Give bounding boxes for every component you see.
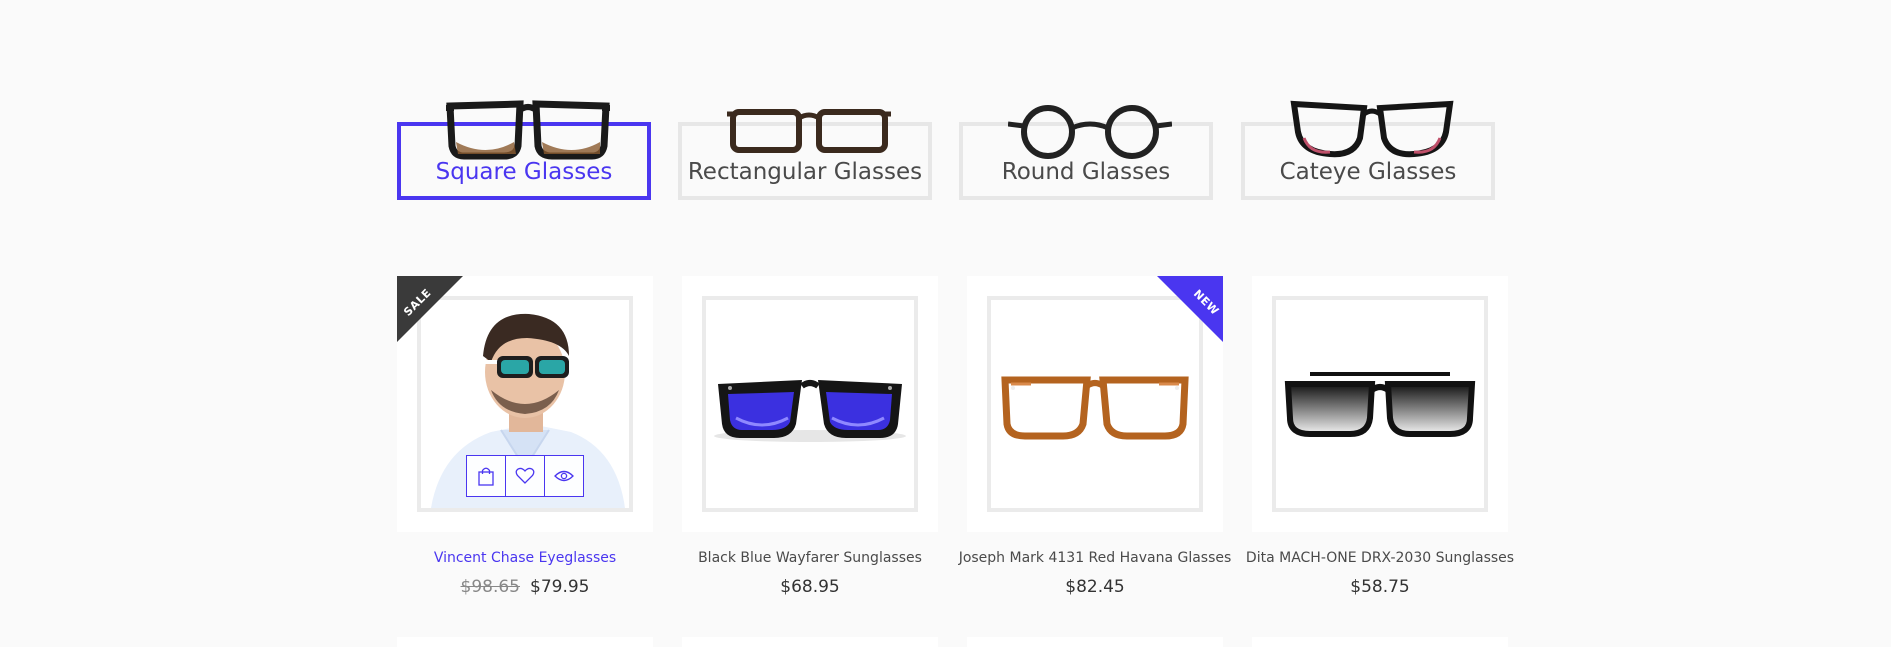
product-title-link[interactable]: Joseph Mark 4131 Red Havana Glasses	[945, 550, 1245, 566]
quick-view-button[interactable]	[545, 456, 583, 496]
tab-cateye-glasses[interactable]: Cateye Glasses	[1241, 100, 1495, 200]
product-image-frame	[702, 296, 918, 512]
tab-label: Cateye Glasses	[1279, 159, 1457, 185]
product-card-vincent-chase[interactable]: SALE	[397, 276, 653, 532]
product-card-next-row	[1252, 637, 1508, 647]
product-card-wayfarer[interactable]	[682, 276, 938, 532]
product-title-link[interactable]: Black Blue Wayfarer Sunglasses	[660, 550, 960, 566]
add-to-cart-button[interactable]	[467, 456, 506, 496]
tab-square-glasses[interactable]: Square Glasses	[397, 100, 651, 200]
wayfarer-sunglasses-image	[714, 380, 906, 442]
new-badge: NEW	[1157, 276, 1223, 342]
add-to-wishlist-button[interactable]	[506, 456, 545, 496]
tab-rectangular-glasses[interactable]: Rectangular Glasses	[678, 109, 932, 200]
product-card-next-row	[682, 637, 938, 647]
product-price: $98.65 $79.95	[375, 577, 675, 597]
aviator-sunglasses-image	[1284, 372, 1476, 437]
tab-label: Rectangular Glasses	[687, 159, 923, 185]
product-price: $68.95	[660, 577, 960, 597]
shopping-bag-icon	[478, 467, 494, 486]
category-tabs: Square Glasses Rectangular Glasses Round…	[0, 0, 1891, 220]
product-card-next-row	[967, 637, 1223, 647]
product-card-joseph-mark[interactable]: NEW	[967, 276, 1223, 532]
product-image-frame	[1272, 296, 1488, 512]
product-card-dita-mach-one[interactable]	[1252, 276, 1508, 532]
current-price: $68.95	[780, 577, 840, 597]
sale-badge: SALE	[397, 276, 463, 342]
cateye-glasses-icon	[1290, 100, 1454, 158]
product-title-link[interactable]: Vincent Chase Eyeglasses	[375, 550, 675, 566]
product-title-link[interactable]: Dita MACH-ONE DRX-2030 Sunglasses	[1230, 550, 1530, 566]
product-card-next-row	[397, 637, 653, 647]
tab-round-glasses[interactable]: Round Glasses	[959, 105, 1213, 200]
eye-icon	[554, 470, 574, 482]
product-actions	[466, 455, 584, 497]
current-price: $58.75	[1350, 577, 1410, 597]
current-price: $79.95	[530, 577, 590, 597]
product-price: $58.75	[1230, 577, 1530, 597]
tab-label: Square Glasses	[435, 159, 613, 185]
current-price: $82.45	[1065, 577, 1125, 597]
rectangular-glasses-icon	[727, 109, 891, 153]
heart-icon	[515, 467, 535, 484]
tab-label: Round Glasses	[1001, 159, 1171, 185]
round-glasses-icon	[1008, 105, 1172, 159]
old-price: $98.65	[460, 577, 520, 597]
square-glasses-icon	[446, 100, 610, 160]
product-price: $82.45	[945, 577, 1245, 597]
